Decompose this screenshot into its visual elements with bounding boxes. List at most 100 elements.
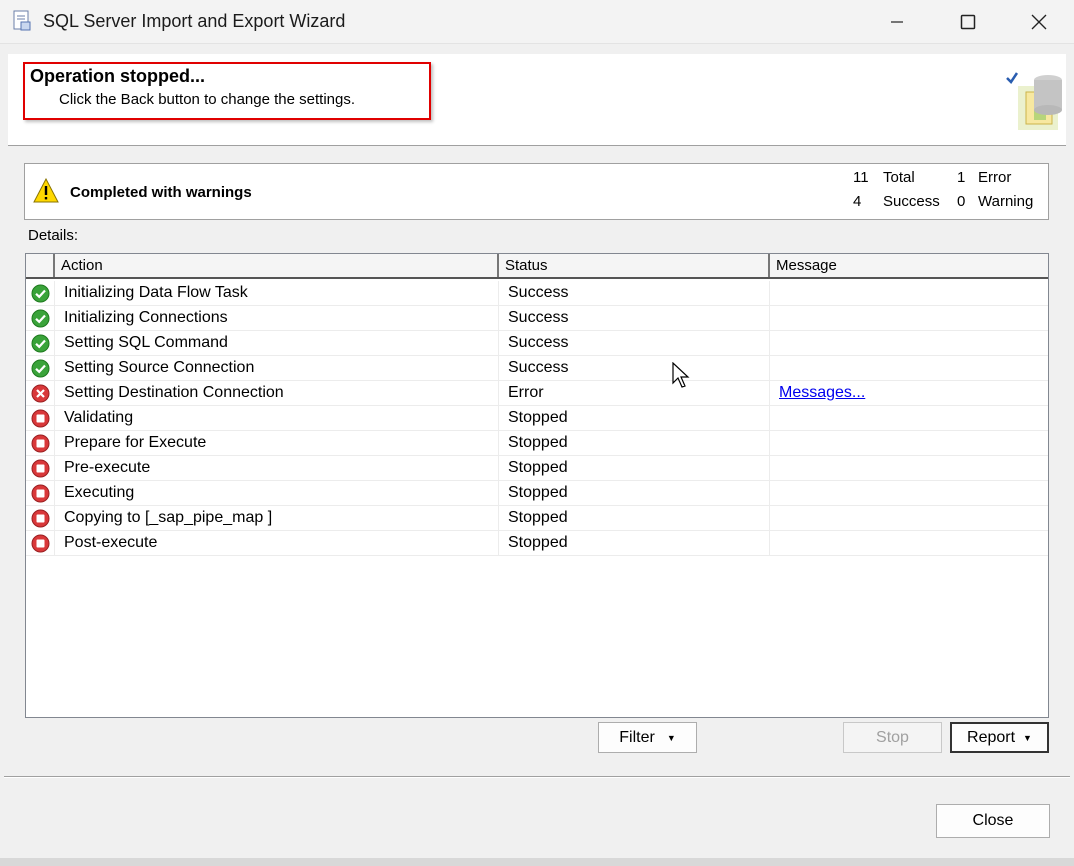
table-row[interactable]: Copying to [_sap_pipe_map ] Stopped xyxy=(26,506,1048,531)
action-cell: Initializing Connections xyxy=(55,306,499,330)
status-cell: Stopped xyxy=(499,456,770,480)
close-button-label: Close xyxy=(972,812,1014,829)
wizard-document-icon xyxy=(13,10,31,31)
row-icon-cell xyxy=(26,331,55,355)
table-row[interactable]: Setting Destination Connection Error Messa… xyxy=(26,381,1048,406)
message-cell: Messages... xyxy=(770,381,1048,405)
action-cell: Copying to [_sap_pipe_map ] xyxy=(55,506,499,530)
row-icon-cell xyxy=(26,381,55,405)
filter-button-label: Filter xyxy=(619,728,655,746)
report-button-label: Report xyxy=(967,728,1016,746)
row-icon-cell xyxy=(26,356,55,380)
success-label: Success xyxy=(883,193,940,210)
close-icon xyxy=(1031,14,1047,30)
stop-button-label: Stop xyxy=(876,728,909,746)
header-icon-column[interactable] xyxy=(26,254,55,277)
message-cell xyxy=(770,281,1048,305)
warning-count: 0 xyxy=(957,193,966,210)
row-icon-cell xyxy=(26,431,55,455)
success-count: 4 xyxy=(853,193,862,210)
status-cell: Success xyxy=(499,306,770,330)
row-icon-cell xyxy=(26,481,55,505)
maximize-button[interactable] xyxy=(933,0,1003,44)
message-cell xyxy=(770,531,1048,555)
filter-button[interactable]: Filter ▼ xyxy=(598,722,697,753)
grid-header: Action Status Message xyxy=(26,254,1048,279)
operation-subtitle: Click the Back button to change the sett… xyxy=(59,91,356,108)
action-cell: Initializing Data Flow Task xyxy=(55,281,499,305)
details-label: Details: xyxy=(28,227,79,244)
row-icon-cell xyxy=(26,456,55,480)
status-cell: Stopped xyxy=(499,531,770,555)
window-title: SQL Server Import and Export Wizard xyxy=(43,11,346,31)
row-icon-cell xyxy=(26,506,55,530)
warning-label: Warning xyxy=(978,193,1034,210)
table-row[interactable]: Prepare for Execute Stopped xyxy=(26,431,1048,456)
wizard-cube-icon xyxy=(1006,72,1062,130)
close-button[interactable]: Close xyxy=(936,804,1050,838)
status-cell: Success xyxy=(499,281,770,305)
action-cell: Prepare for Execute xyxy=(55,431,499,455)
action-cell: Validating xyxy=(55,406,499,430)
minimize-icon xyxy=(891,21,903,23)
details-grid[interactable]: Action Status Message Initializing Data … xyxy=(25,253,1049,718)
table-row[interactable]: Initializing Connections Success xyxy=(26,306,1048,331)
close-window-button[interactable] xyxy=(1004,0,1074,44)
maximize-icon xyxy=(960,14,976,30)
row-icon-cell xyxy=(26,531,55,555)
message-cell xyxy=(770,331,1048,355)
stop-button[interactable]: Stop xyxy=(843,722,942,753)
status-cell: Stopped xyxy=(499,481,770,505)
dropdown-arrow-icon: ▼ xyxy=(666,732,676,743)
separator xyxy=(4,776,1070,778)
action-cell: Setting SQL Command xyxy=(55,331,499,355)
error-label: Error xyxy=(978,169,1012,186)
row-icon-cell xyxy=(26,281,55,305)
table-row[interactable]: Validating Stopped xyxy=(26,406,1048,431)
header-panel: Operation stopped... Click the Back butt… xyxy=(8,54,1066,146)
message-cell xyxy=(770,306,1048,330)
row-icon-cell xyxy=(26,306,55,330)
action-cell: Post-execute xyxy=(55,531,499,555)
warning-icon xyxy=(33,178,59,203)
column-header-action[interactable]: Action xyxy=(55,254,499,277)
message-cell xyxy=(770,356,1048,380)
stopped-icon xyxy=(31,534,50,561)
action-cell: Pre-execute xyxy=(55,456,499,480)
total-label: Total xyxy=(883,169,915,186)
minimize-button[interactable] xyxy=(862,0,932,44)
column-header-status[interactable]: Status xyxy=(499,254,770,277)
message-cell xyxy=(770,456,1048,480)
status-cell: Success xyxy=(499,331,770,355)
message-cell xyxy=(770,431,1048,455)
table-row[interactable]: Post-execute Stopped xyxy=(26,531,1048,556)
operation-title: Operation stopped... xyxy=(30,66,206,86)
table-row[interactable]: Setting SQL Command Success xyxy=(26,331,1048,356)
report-button[interactable]: Report ▼ xyxy=(950,722,1049,753)
column-header-message[interactable]: Message xyxy=(770,254,1048,277)
table-row[interactable]: Executing Stopped xyxy=(26,481,1048,506)
table-row[interactable]: Initializing Data Flow Task Success xyxy=(26,281,1048,306)
status-cell: Stopped xyxy=(499,406,770,430)
messages-link[interactable]: Messages... xyxy=(779,384,865,401)
status-cell: Stopped xyxy=(499,431,770,455)
row-icon-cell xyxy=(26,406,55,430)
status-cell: Error xyxy=(499,381,770,405)
summary-text: Completed with warnings xyxy=(70,184,252,201)
dropdown-arrow-icon: ▼ xyxy=(1023,732,1032,743)
total-count: 11 xyxy=(853,169,869,186)
taskbar-strip xyxy=(0,858,1074,866)
message-cell xyxy=(770,506,1048,530)
table-row[interactable]: Pre-execute Stopped xyxy=(26,456,1048,481)
table-row[interactable]: Setting Source Connection Success xyxy=(26,356,1048,381)
message-cell xyxy=(770,481,1048,505)
mouse-cursor-icon xyxy=(672,362,690,388)
title-bar[interactable]: SQL Server Import and Export Wizard xyxy=(0,0,1074,44)
action-cell: Setting Source Connection xyxy=(55,356,499,380)
action-cell: Setting Destination Connection xyxy=(55,381,499,405)
message-cell xyxy=(770,406,1048,430)
action-cell: Executing xyxy=(55,481,499,505)
error-count: 1 xyxy=(957,169,966,186)
status-cell: Stopped xyxy=(499,506,770,530)
status-cell: Success xyxy=(499,356,770,380)
